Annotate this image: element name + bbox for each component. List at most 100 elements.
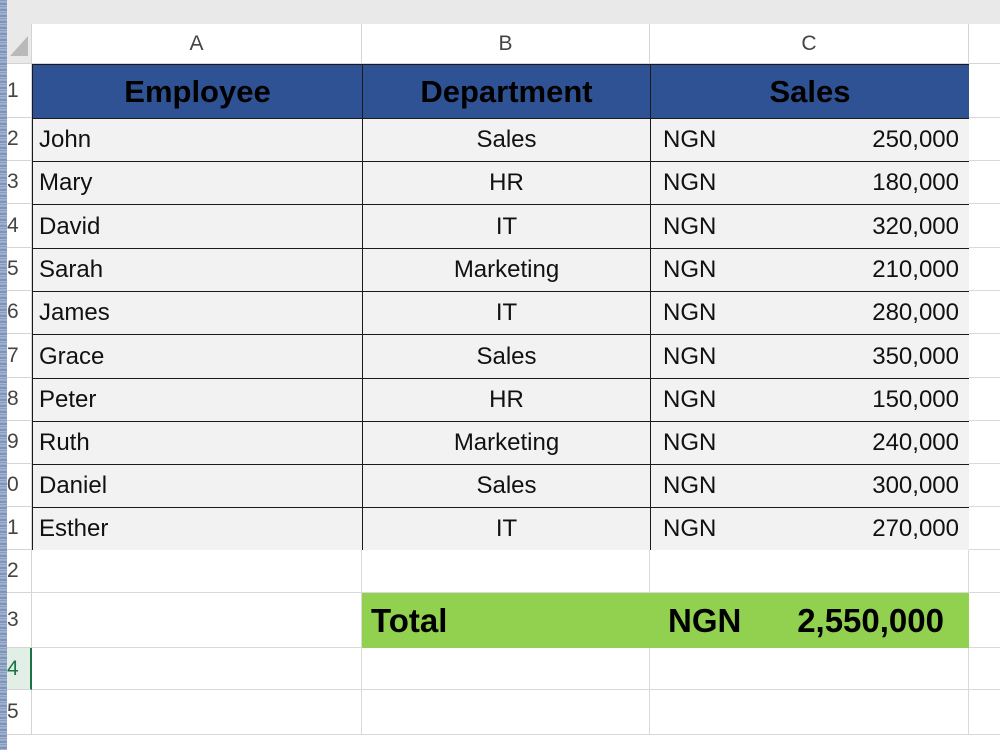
sales-amount: 250,000: [872, 126, 959, 153]
sales-cell[interactable]: NGN 270,000: [650, 507, 970, 551]
total-amount: 2,550,000: [797, 601, 944, 639]
employee-cell[interactable]: John: [32, 118, 363, 162]
row-header[interactable]: 9: [7, 421, 32, 464]
employee-cell[interactable]: Esther: [32, 507, 363, 551]
empty-cell[interactable]: [650, 690, 969, 735]
table-header-cell[interactable]: Employee: [32, 64, 363, 119]
department-cell[interactable]: Marketing: [362, 421, 651, 465]
empty-cell[interactable]: [969, 464, 1000, 507]
sales-amount: 240,000: [872, 429, 959, 456]
column-header-c[interactable]: C: [650, 24, 969, 64]
department-cell[interactable]: HR: [362, 378, 651, 422]
row-header[interactable]: 1: [7, 64, 32, 118]
empty-cell[interactable]: [969, 690, 1000, 735]
sales-amount: 150,000: [872, 386, 959, 413]
department-cell[interactable]: Marketing: [362, 248, 651, 292]
row-header[interactable]: 4: [7, 204, 32, 248]
sales-amount: 180,000: [872, 169, 959, 196]
row-header[interactable]: 2: [7, 550, 32, 593]
total-label: Total: [371, 601, 448, 639]
sales-cell[interactable]: NGN 320,000: [650, 204, 970, 249]
table-header-cell[interactable]: Department: [362, 64, 651, 119]
sales-cell[interactable]: NGN 150,000: [650, 378, 970, 422]
employee-cell[interactable]: Daniel: [32, 464, 363, 508]
department-cell[interactable]: HR: [362, 161, 651, 205]
row-header[interactable]: 0: [7, 464, 32, 507]
empty-cell[interactable]: [969, 291, 1000, 334]
empty-cell[interactable]: [32, 550, 362, 593]
row-header[interactable]: 2: [7, 118, 32, 161]
currency-label: NGN: [663, 429, 717, 456]
row-header[interactable]: 3: [7, 161, 32, 204]
empty-cell[interactable]: [650, 648, 969, 690]
employee-cell[interactable]: Grace: [32, 334, 363, 379]
empty-cell[interactable]: [362, 648, 650, 690]
currency-label: NGN: [663, 169, 717, 196]
empty-cell[interactable]: [969, 248, 1000, 291]
column-header-b[interactable]: B: [362, 24, 650, 64]
currency-label: NGN: [663, 299, 717, 326]
empty-cell[interactable]: [32, 648, 362, 690]
column-header-d[interactable]: [969, 24, 1000, 64]
sales-cell[interactable]: NGN 180,000: [650, 161, 970, 205]
empty-cell[interactable]: [969, 507, 1000, 550]
department-cell[interactable]: Sales: [362, 118, 651, 162]
employee-cell[interactable]: James: [32, 291, 363, 335]
employee-cell[interactable]: Mary: [32, 161, 363, 205]
department-cell[interactable]: Sales: [362, 464, 651, 508]
empty-cell[interactable]: [969, 204, 1000, 248]
sales-cell[interactable]: NGN 300,000: [650, 464, 970, 508]
sales-cell[interactable]: NGN 250,000: [650, 118, 970, 162]
empty-cell[interactable]: [969, 118, 1000, 161]
empty-cell[interactable]: [362, 690, 650, 735]
empty-cell[interactable]: [32, 593, 362, 648]
row-header[interactable]: 3: [7, 593, 32, 648]
row-header[interactable]: 5: [7, 248, 32, 291]
empty-cell[interactable]: [969, 593, 1000, 648]
empty-cell[interactable]: [969, 161, 1000, 204]
empty-cell[interactable]: [969, 421, 1000, 464]
department-cell[interactable]: IT: [362, 507, 651, 551]
row-header[interactable]: 4: [7, 648, 32, 690]
row-header[interactable]: 5: [7, 690, 32, 735]
currency-label: NGN: [663, 386, 717, 413]
employee-cell[interactable]: Ruth: [32, 421, 363, 465]
empty-cell[interactable]: [650, 550, 969, 593]
employee-cell[interactable]: Sarah: [32, 248, 363, 292]
sales-cell[interactable]: NGN 350,000: [650, 334, 970, 379]
total-value-cell[interactable]: NGN 2,550,000: [650, 593, 969, 648]
empty-cell[interactable]: [969, 334, 1000, 378]
window-edge: [0, 0, 7, 750]
empty-cell[interactable]: [969, 550, 1000, 593]
formula-bar-area: [7, 0, 1000, 24]
empty-cell[interactable]: [969, 648, 1000, 690]
sales-amount: 210,000: [872, 256, 959, 283]
department-cell[interactable]: IT: [362, 204, 651, 249]
table-header-cell[interactable]: Sales: [650, 64, 970, 119]
sales-cell[interactable]: NGN 280,000: [650, 291, 970, 335]
total-label-cell[interactable]: Total: [362, 593, 650, 648]
empty-cell[interactable]: [969, 64, 1000, 118]
empty-cell[interactable]: [362, 550, 650, 593]
row-header[interactable]: 8: [7, 378, 32, 421]
department-cell[interactable]: Sales: [362, 334, 651, 379]
sales-amount: 270,000: [872, 515, 959, 542]
empty-cell[interactable]: [32, 690, 362, 735]
total-currency: NGN: [668, 601, 742, 639]
employee-cell[interactable]: Peter: [32, 378, 363, 422]
employee-cell[interactable]: David: [32, 204, 363, 249]
department-cell[interactable]: IT: [362, 291, 651, 335]
sales-cell[interactable]: NGN 240,000: [650, 421, 970, 465]
currency-label: NGN: [663, 256, 717, 283]
sales-amount: 350,000: [872, 342, 959, 370]
currency-label: NGN: [663, 342, 717, 370]
empty-cell[interactable]: [969, 378, 1000, 421]
currency-label: NGN: [663, 212, 717, 240]
row-header[interactable]: 1: [7, 507, 32, 550]
select-all-triangle-icon: [10, 36, 28, 56]
sales-cell[interactable]: NGN 210,000: [650, 248, 970, 292]
currency-label: NGN: [663, 515, 717, 542]
row-header[interactable]: 7: [7, 334, 32, 378]
row-header[interactable]: 6: [7, 291, 32, 334]
column-header-a[interactable]: A: [32, 24, 362, 64]
